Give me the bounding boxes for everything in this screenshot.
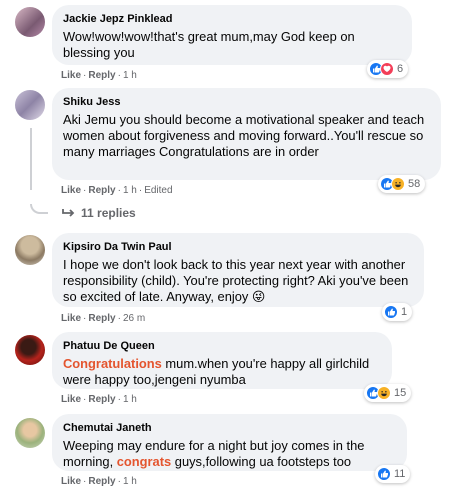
like-link[interactable]: Like: [61, 185, 81, 196]
reply-link[interactable]: Reply: [88, 476, 115, 487]
comment-text: Wow!wow!wow!that's great mum,may God kee…: [63, 29, 355, 60]
haha-icon: [377, 386, 391, 400]
like-link[interactable]: Like: [61, 476, 81, 487]
edited-label: Edited: [144, 185, 173, 196]
comment-timestamp[interactable]: 1 h: [123, 185, 137, 196]
highlighted-word[interactable]: congrats: [117, 454, 171, 469]
avatar[interactable]: [15, 418, 45, 448]
comment-bubble: Shiku Jess Aki Jemu you should become a …: [52, 88, 441, 180]
comment-text-rest: guys,following ua footsteps too: [171, 454, 352, 469]
comment-author[interactable]: Jackie Jepz Pinklead: [63, 12, 402, 26]
comment-bubble: Jackie Jepz Pinklead Wow!wow!wow!that's …: [52, 5, 412, 65]
comment-author[interactable]: Kipsiro Da Twin Paul: [63, 240, 414, 254]
haha-icon: [391, 177, 405, 191]
comment-timestamp[interactable]: 1 h: [123, 476, 137, 487]
comment-bubble: Phatuu De Queen Congratulations mum.when…: [52, 332, 392, 389]
comment-actions: Like · Reply · 1 h: [61, 70, 137, 81]
reaction-count: 1: [401, 306, 408, 318]
like-link[interactable]: Like: [61, 313, 81, 324]
reaction-summary[interactable]: 6: [367, 60, 409, 78]
like-icon: [377, 467, 391, 481]
reaction-count: 58: [408, 178, 421, 190]
comment-text: I hope we don't look back to this year n…: [63, 257, 409, 304]
like-link[interactable]: Like: [61, 70, 81, 81]
comment-author[interactable]: Chemutai Janeth: [63, 421, 397, 435]
view-replies-link[interactable]: 11 replies: [62, 206, 136, 220]
avatar[interactable]: [15, 90, 45, 120]
comment-actions: Like · Reply · 1 h: [61, 476, 137, 487]
comment-bubble: Chemutai Janeth Weeping may endure for a…: [52, 414, 407, 471]
reply-arrow-icon: [62, 209, 75, 217]
avatar[interactable]: [15, 335, 45, 365]
comment-author[interactable]: Phatuu De Queen: [63, 339, 382, 353]
reply-link[interactable]: Reply: [88, 394, 115, 405]
reaction-summary[interactable]: 1: [382, 303, 413, 321]
replies-count[interactable]: 11 replies: [81, 206, 136, 220]
reply-link[interactable]: Reply: [88, 313, 115, 324]
reply-link[interactable]: Reply: [88, 70, 115, 81]
comment-text: Congratulations mum.when you're happy al…: [63, 356, 382, 388]
avatar[interactable]: [15, 7, 45, 37]
reaction-summary[interactable]: 11: [375, 465, 411, 483]
thread-line: [30, 128, 32, 190]
comment-text: Aki Jemu you should become a motivationa…: [63, 112, 425, 159]
reaction-summary[interactable]: 15: [364, 384, 412, 402]
avatar[interactable]: [15, 235, 45, 265]
reply-link[interactable]: Reply: [88, 185, 115, 196]
reaction-summary[interactable]: 58: [378, 175, 426, 193]
comment-author[interactable]: Shiku Jess: [63, 95, 431, 109]
comment-actions: Like · Reply · 26 m: [61, 313, 146, 324]
reaction-count: 6: [397, 63, 404, 75]
comment-actions: Like · Reply · 1 h: [61, 394, 137, 405]
like-link[interactable]: Like: [61, 394, 81, 405]
like-icon: [384, 305, 398, 319]
comment-bubble: Kipsiro Da Twin Paul I hope we don't loo…: [52, 233, 424, 307]
comment-timestamp[interactable]: 1 h: [123, 394, 137, 405]
love-icon: [380, 62, 394, 76]
highlighted-word[interactable]: Congratulations: [63, 356, 162, 371]
comment-timestamp[interactable]: 26 m: [123, 313, 145, 324]
reaction-count: 15: [394, 387, 407, 399]
comment-text: Weeping may endure for a night but joy c…: [63, 438, 397, 470]
thread-curve: [30, 204, 48, 214]
comment-timestamp[interactable]: 1 h: [123, 70, 137, 81]
comment-actions: Like · Reply · 1 h · Edited: [61, 185, 173, 196]
reaction-count: 11: [394, 468, 406, 480]
